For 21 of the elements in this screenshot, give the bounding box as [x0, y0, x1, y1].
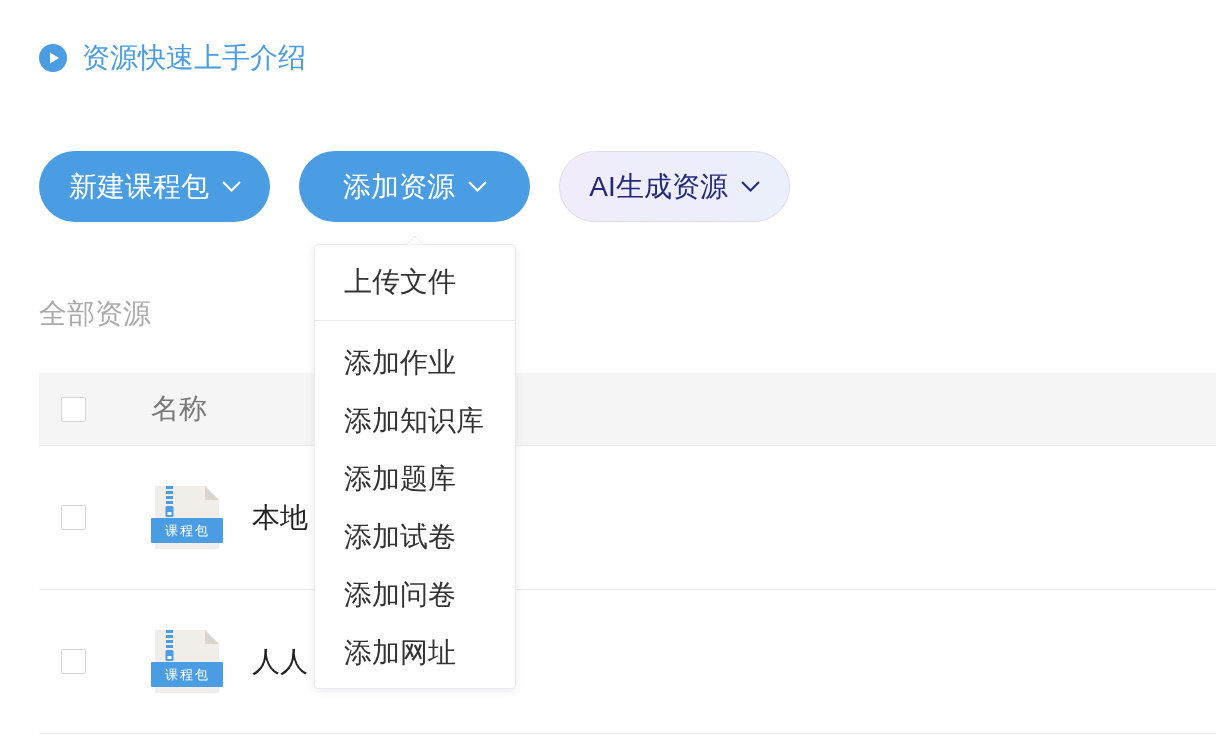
menu-item[interactable]: 添加题库 [314, 450, 515, 508]
menu-item[interactable]: 添加试卷 [314, 508, 515, 566]
chevron-down-icon [221, 181, 241, 192]
chevron-down-icon [467, 181, 487, 192]
type-badge: 课程包 [151, 517, 223, 543]
row-checkbox[interactable] [61, 649, 86, 674]
column-header: 名称 [151, 392, 207, 426]
select-all-checkbox[interactable] [61, 396, 86, 422]
chevron-down-icon [740, 181, 760, 192]
row-checkbox[interactable] [61, 505, 86, 530]
section-title: 全部资源 [39, 297, 151, 331]
menu-item[interactable]: 添加作业 [314, 334, 515, 392]
menu-item[interactable]: 添加问卷 [314, 566, 515, 624]
play-icon [39, 44, 67, 72]
type-badge: 课程包 [151, 661, 223, 687]
menu-item[interactable]: 添加网址 [314, 624, 515, 682]
menu-item[interactable]: 添加知识库 [314, 392, 515, 450]
resource-name[interactable]: 本地 [252, 498, 308, 537]
ai-generate-button[interactable]: AI生成资源 [559, 151, 790, 222]
menu-item[interactable]: 上传文件 [314, 253, 515, 311]
resource-name[interactable]: 人人 [252, 642, 308, 681]
